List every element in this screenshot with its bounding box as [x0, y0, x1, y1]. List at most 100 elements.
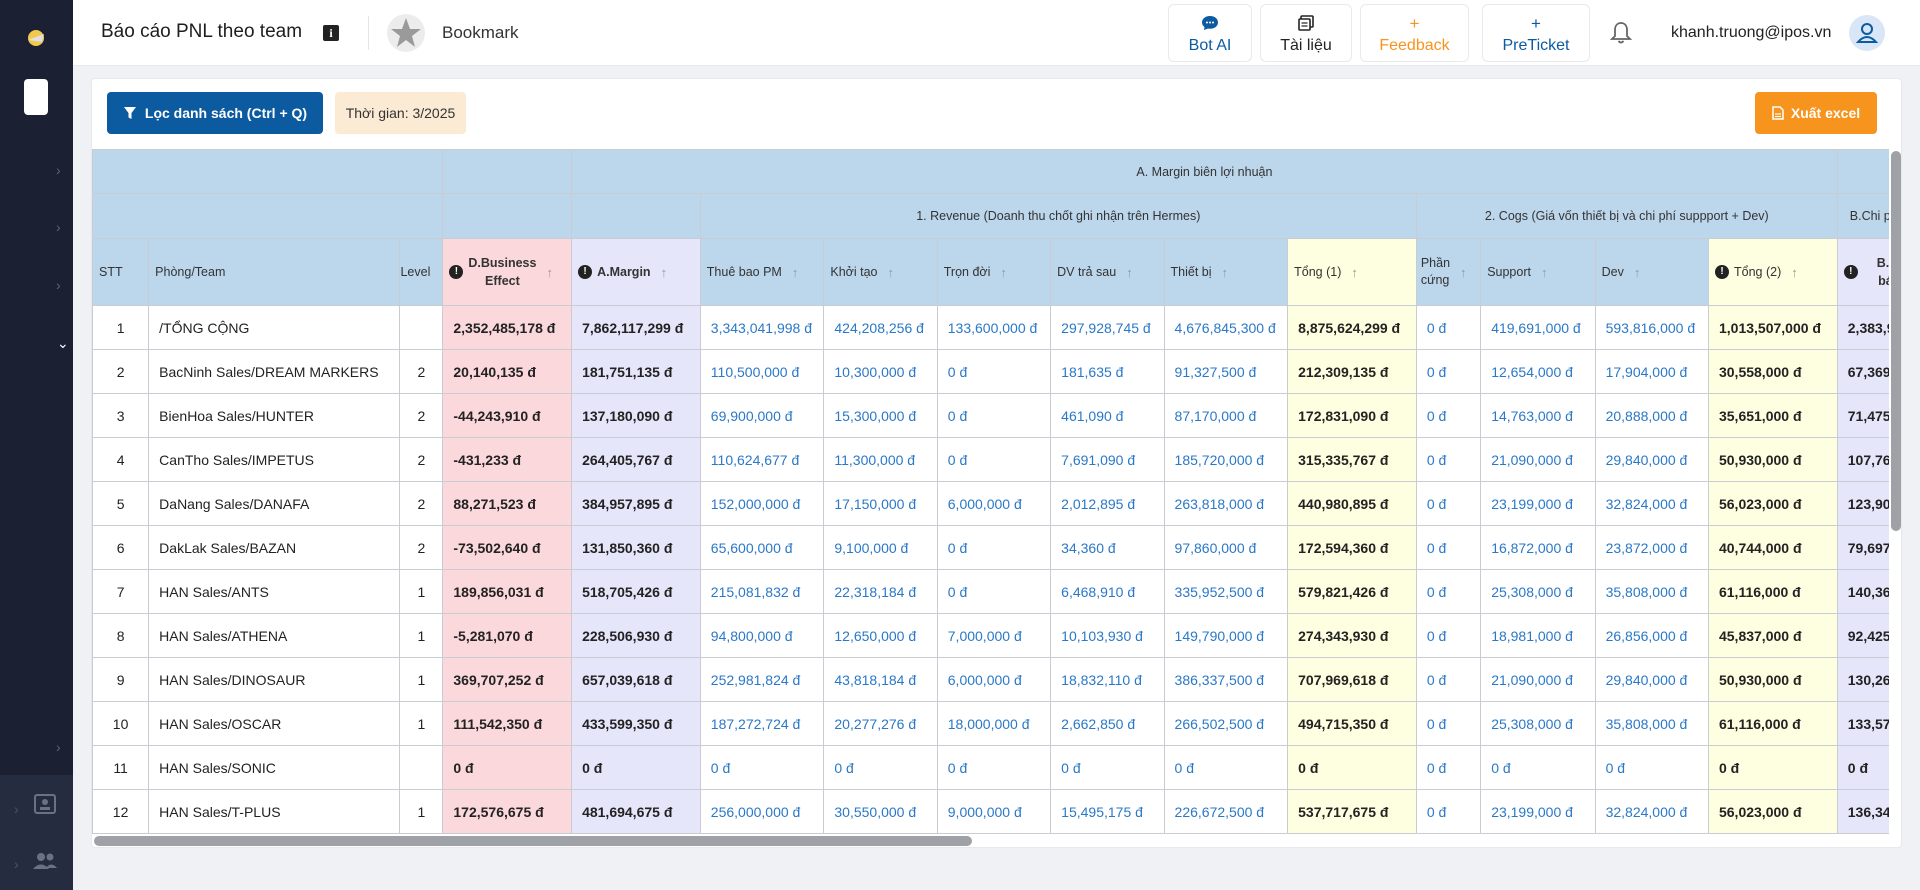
- cell-thiet-bi[interactable]: 386,337,500 đ: [1163, 657, 1289, 702]
- column-header-khoi-tao[interactable]: Khởi tạo ↑: [823, 238, 938, 306]
- contact-card-icon[interactable]: [32, 791, 58, 817]
- cell-dv-tra-sau[interactable]: 181,635 đ: [1050, 349, 1165, 394]
- cell-tron-doi[interactable]: 7,000,000 đ: [936, 613, 1052, 658]
- cell-support[interactable]: 21,090,000 đ: [1480, 437, 1596, 482]
- cell-phan-cung[interactable]: 0 đ: [1415, 481, 1482, 526]
- cell-dev[interactable]: 0 đ: [1594, 745, 1709, 790]
- cell-support[interactable]: 21,090,000 đ: [1480, 657, 1596, 702]
- cell-dv-tra-sau[interactable]: 2,662,850 đ: [1050, 701, 1165, 746]
- cell-tron-doi[interactable]: 6,000,000 đ: [936, 481, 1052, 526]
- cell-dv-tra-sau[interactable]: 6,468,910 đ: [1050, 569, 1165, 614]
- table-row[interactable]: 8 HAN Sales/ATHENA 1 -5,281,070 đ 228,506,93…: [92, 613, 1889, 658]
- table-row[interactable]: 4 CanTho Sales/IMPETUS 2 -431,233 đ 264,405,…: [92, 437, 1889, 482]
- cell-dev[interactable]: 35,808,000 đ: [1594, 569, 1709, 614]
- export-excel-button[interactable]: Xuất excel: [1755, 92, 1877, 134]
- column-header-tron-doi[interactable]: Trọn đời ↑: [936, 238, 1052, 306]
- cell-phan-cung[interactable]: 0 đ: [1415, 657, 1482, 702]
- cell-thue-bao[interactable]: 256,000,000 đ: [699, 789, 825, 834]
- chevron-right-icon[interactable]: ›: [14, 801, 19, 817]
- column-header-phan-cung[interactable]: Phần cứng ↑: [1415, 238, 1482, 306]
- sort-arrow-icon[interactable]: ↑: [1000, 265, 1007, 280]
- sort-arrow-icon[interactable]: ↑: [1222, 265, 1229, 280]
- table-row[interactable]: 11 HAN Sales/SONIC 0 đ0 đ0 đ0 đ0 đ0 đ0 đ0 …: [92, 745, 1889, 790]
- column-header-support[interactable]: Support ↑: [1480, 238, 1596, 306]
- time-filter-chip[interactable]: Thời gian: 3/2025: [335, 92, 466, 134]
- column-header-tong-2[interactable]: ! Tổng (2) ↑: [1707, 238, 1838, 306]
- cell-dev[interactable]: 29,840,000 đ: [1594, 657, 1709, 702]
- sort-arrow-icon[interactable]: ↑: [661, 265, 668, 280]
- user-avatar[interactable]: [1849, 15, 1885, 51]
- cell-thue-bao[interactable]: 187,272,724 đ: [699, 701, 825, 746]
- info-icon[interactable]: !: [449, 265, 464, 279]
- column-header-chi-phi-ban-hang[interactable]: ! B. Chi phí bán hàng: [1836, 238, 1889, 306]
- cell-tron-doi[interactable]: 0 đ: [936, 437, 1052, 482]
- chevron-right-icon[interactable]: ›: [56, 163, 66, 177]
- cell-khoi-tao[interactable]: 43,818,184 đ: [823, 657, 938, 702]
- cell-tron-doi[interactable]: 0 đ: [936, 745, 1052, 790]
- cell-dv-tra-sau[interactable]: 15,495,175 đ: [1050, 789, 1165, 834]
- sort-arrow-icon[interactable]: ↑: [1791, 265, 1798, 280]
- column-header-dev[interactable]: Dev ↑: [1594, 238, 1709, 306]
- cell-thiet-bi[interactable]: 0 đ: [1163, 745, 1289, 790]
- sort-arrow-icon[interactable]: ↑: [1541, 265, 1548, 280]
- chevron-down-icon[interactable]: ⌄: [57, 336, 69, 350]
- cell-khoi-tao[interactable]: 22,318,184 đ: [823, 569, 938, 614]
- cell-thiet-bi[interactable]: 226,672,500 đ: [1163, 789, 1289, 834]
- cell-thue-bao[interactable]: 110,624,677 đ: [699, 437, 825, 482]
- cell-dv-tra-sau[interactable]: 7,691,090 đ: [1050, 437, 1165, 482]
- cell-tron-doi[interactable]: 6,000,000 đ: [936, 657, 1052, 702]
- cell-thue-bao[interactable]: 3,343,041,998 đ: [699, 305, 825, 350]
- chevron-right-icon[interactable]: ›: [14, 856, 19, 872]
- horizontal-scrollbar[interactable]: [94, 836, 972, 846]
- cell-support[interactable]: 14,763,000 đ: [1480, 393, 1596, 438]
- cell-tron-doi[interactable]: 0 đ: [936, 525, 1052, 570]
- column-header-margin[interactable]: ! A.Margin ↑: [571, 238, 701, 306]
- cell-phan-cung[interactable]: 0 đ: [1415, 437, 1482, 482]
- cell-phan-cung[interactable]: 0 đ: [1415, 525, 1482, 570]
- notification-bell-icon[interactable]: [1608, 20, 1634, 46]
- table-row[interactable]: 1/TỔNG CỘNG 2,352,485,178 đ 7,862,117,299 …: [92, 305, 1889, 350]
- cell-dev[interactable]: 23,872,000 đ: [1594, 525, 1709, 570]
- cell-tron-doi[interactable]: 9,000,000 đ: [936, 789, 1052, 834]
- cell-phan-cung[interactable]: 0 đ: [1415, 701, 1482, 746]
- filter-list-button[interactable]: Lọc danh sách (Ctrl + Q): [107, 92, 323, 134]
- column-header-dv-tra-sau[interactable]: DV trả sau ↑: [1050, 238, 1165, 306]
- column-header-thiet-bi[interactable]: Thiết bị ↑: [1163, 238, 1289, 306]
- cell-support[interactable]: 0 đ: [1480, 745, 1596, 790]
- cell-thue-bao[interactable]: 215,081,832 đ: [699, 569, 825, 614]
- cell-dv-tra-sau[interactable]: 10,103,930 đ: [1050, 613, 1165, 658]
- cell-phan-cung[interactable]: 0 đ: [1415, 569, 1482, 614]
- cell-thiet-bi[interactable]: 97,860,000 đ: [1163, 525, 1289, 570]
- cell-dv-tra-sau[interactable]: 0 đ: [1050, 745, 1165, 790]
- feedback-button[interactable]: + Feedback: [1360, 4, 1469, 62]
- cell-dev[interactable]: 35,808,000 đ: [1594, 701, 1709, 746]
- cell-phan-cung[interactable]: 0 đ: [1415, 745, 1482, 790]
- cell-thue-bao[interactable]: 110,500,000 đ: [699, 349, 825, 394]
- cell-dev[interactable]: 32,824,000 đ: [1594, 481, 1709, 526]
- table-row[interactable]: 5 DaNang Sales/DANAFA 2 88,271,523 đ 384,957…: [92, 481, 1889, 526]
- chevron-right-icon[interactable]: ›: [56, 740, 66, 754]
- table-row[interactable]: 2 BacNinh Sales/DREAM MARKERS 2 20,140,135 …: [92, 349, 1889, 394]
- cell-thiet-bi[interactable]: 266,502,500 đ: [1163, 701, 1289, 746]
- chevron-right-icon[interactable]: ›: [56, 220, 66, 234]
- vertical-scrollbar[interactable]: [1891, 151, 1901, 531]
- cell-khoi-tao[interactable]: 0 đ: [823, 745, 938, 790]
- cell-thiet-bi[interactable]: 185,720,000 đ: [1163, 437, 1289, 482]
- cell-thue-bao[interactable]: 65,600,000 đ: [699, 525, 825, 570]
- cell-tron-doi[interactable]: 0 đ: [936, 349, 1052, 394]
- cell-phan-cung[interactable]: 0 đ: [1415, 349, 1482, 394]
- bot-ai-button[interactable]: Bot AI: [1168, 4, 1252, 62]
- chevron-right-icon[interactable]: ›: [56, 278, 66, 292]
- cell-support[interactable]: 16,872,000 đ: [1480, 525, 1596, 570]
- cell-khoi-tao[interactable]: 12,650,000 đ: [823, 613, 938, 658]
- column-header-business-effect[interactable]: ! D.Business Effect ↑: [442, 238, 573, 306]
- cell-khoi-tao[interactable]: 30,550,000 đ: [823, 789, 938, 834]
- sort-arrow-icon[interactable]: ↑: [546, 265, 553, 280]
- cell-khoi-tao[interactable]: 11,300,000 đ: [823, 437, 938, 482]
- info-icon[interactable]: !: [1714, 265, 1729, 279]
- table-row[interactable]: 7 HAN Sales/ANTS 1 189,856,031 đ 518,705,426…: [92, 569, 1889, 614]
- cell-tron-doi[interactable]: 0 đ: [936, 569, 1052, 614]
- cell-thue-bao[interactable]: 94,800,000 đ: [699, 613, 825, 658]
- column-header-tong-1[interactable]: Tổng (1) ↑: [1287, 238, 1417, 306]
- cell-dv-tra-sau[interactable]: 2,012,895 đ: [1050, 481, 1165, 526]
